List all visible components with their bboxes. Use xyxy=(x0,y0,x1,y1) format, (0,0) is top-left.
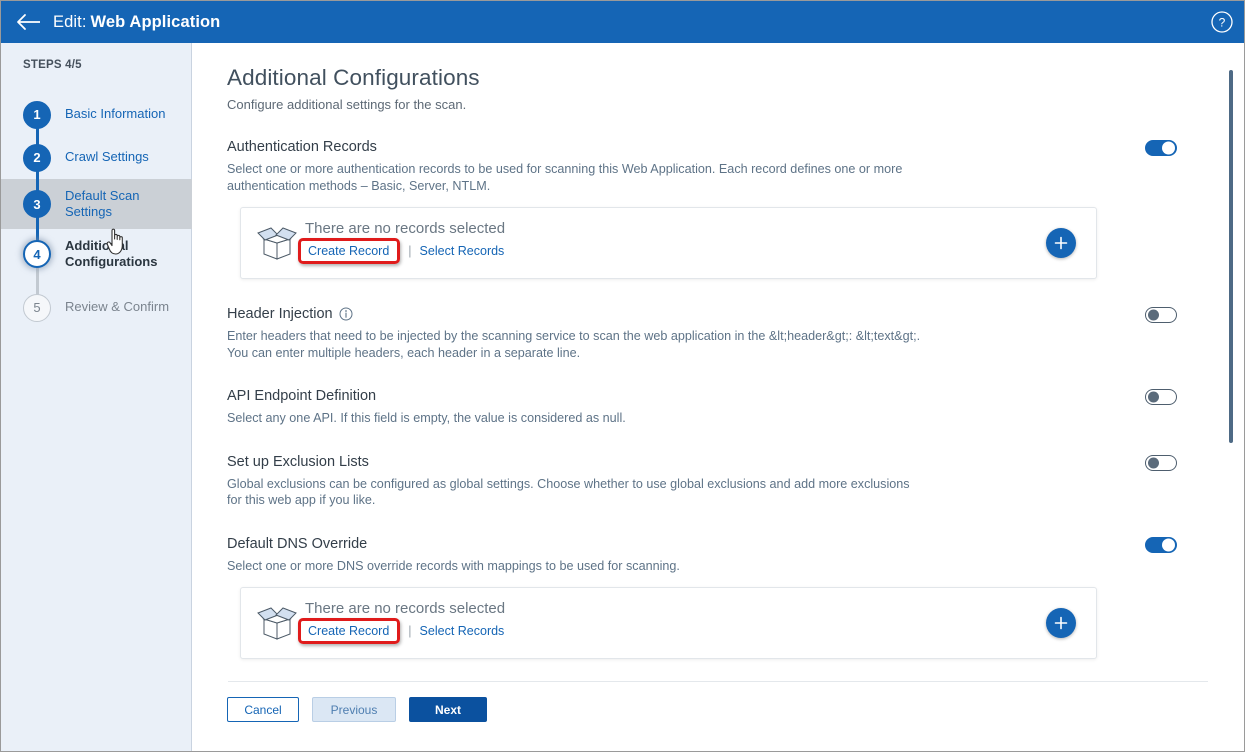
section-header: API Endpoint Definition xyxy=(227,388,1177,404)
step-number-badge: 2 xyxy=(23,144,51,172)
action-separator: | xyxy=(408,244,411,258)
toggle-default-dns-override[interactable] xyxy=(1145,537,1177,553)
section-description: Select one or more DNS override records … xyxy=(227,558,927,575)
toggle-header-injection[interactable] xyxy=(1145,307,1177,323)
empty-state-message: There are no records selected xyxy=(305,220,505,237)
toggle-api-endpoint-definition[interactable] xyxy=(1145,389,1177,405)
select-records-link[interactable]: Select Records xyxy=(420,624,505,638)
edit-web-application-window: Edit:Web Application ? STEPS 4/5 1 Basic… xyxy=(0,0,1245,752)
steps-list: 1 Basic Information 2 Crawl Settings 3 D… xyxy=(1,93,192,329)
section-title: Authentication Records xyxy=(227,139,377,155)
step-number-badge: 5 xyxy=(23,294,51,322)
toggle-knob xyxy=(1148,310,1159,321)
section-header-injection: Header Injection Enter headers that need… xyxy=(227,306,1177,361)
steps-counter-label: STEPS 4/5 xyxy=(23,59,82,71)
sidebar-step-crawl-settings[interactable]: 2 Crawl Settings xyxy=(1,136,192,179)
sidebar-step-label: Additional Configurations xyxy=(65,238,175,271)
sidebar-step-label: Review & Confirm xyxy=(65,299,169,316)
section-description: Select one or more authentication record… xyxy=(227,161,927,194)
cancel-button[interactable]: Cancel xyxy=(227,697,299,722)
sidebar-step-label: Default Scan Settings xyxy=(65,188,175,221)
previous-button[interactable]: Previous xyxy=(312,697,396,722)
toggle-knob xyxy=(1162,538,1175,551)
sidebar-step-additional-configurations[interactable]: 4 Additional Configurations xyxy=(1,229,192,279)
sidebar-step-label: Crawl Settings xyxy=(65,149,149,166)
window-title: Edit:Web Application xyxy=(53,13,220,32)
section-title: Default DNS Override xyxy=(227,536,367,552)
main-scrollbar-track[interactable] xyxy=(1227,43,1235,752)
back-arrow-icon[interactable] xyxy=(14,11,44,33)
create-record-highlight: Create Record xyxy=(298,238,400,264)
wizard-sidebar: STEPS 4/5 1 Basic Information 2 Crawl Se… xyxy=(1,43,192,752)
help-circle-icon[interactable]: ? xyxy=(1210,10,1234,34)
sidebar-step-label: Basic Information xyxy=(65,106,165,123)
section-default-dns-override: Default DNS Override Select one or more … xyxy=(227,536,1177,660)
empty-card-actions: Create Record | Select Records xyxy=(305,618,505,644)
sidebar-step-review-and-confirm[interactable]: 5 Review & Confirm xyxy=(1,286,192,329)
empty-card-actions: Create Record | Select Records xyxy=(305,238,505,264)
empty-state-message: There are no records selected xyxy=(305,600,505,617)
step-number-badge: 3 xyxy=(23,190,51,218)
footer-divider xyxy=(228,681,1208,682)
dns-override-empty-card: There are no records selected Create Rec… xyxy=(240,587,1097,659)
window-title-prefix: Edit: xyxy=(53,13,87,31)
step-connector-4-5 xyxy=(36,264,39,297)
toggle-knob xyxy=(1162,142,1175,155)
empty-card-text: There are no records selected Create Rec… xyxy=(305,600,505,644)
section-description: Select any one API. If this field is emp… xyxy=(227,410,927,427)
section-description: Global exclusions can be configured as g… xyxy=(227,476,927,509)
main-scrollbar-thumb[interactable] xyxy=(1229,70,1233,443)
section-header: Default DNS Override xyxy=(227,536,1177,552)
section-title: API Endpoint Definition xyxy=(227,388,376,404)
toggle-authentication-records[interactable] xyxy=(1145,140,1177,156)
main-content-panel: Additional Configurations Configure addi… xyxy=(193,43,1244,752)
section-header: Authentication Records xyxy=(227,139,1177,155)
empty-box-icon xyxy=(255,605,299,641)
create-record-link[interactable]: Create Record xyxy=(308,624,389,638)
page-title: Additional Configurations xyxy=(227,65,1177,91)
section-exclusion-lists: Set up Exclusion Lists Global exclusions… xyxy=(227,454,1177,509)
page-subtitle: Configure additional settings for the sc… xyxy=(227,97,1177,112)
create-record-link[interactable]: Create Record xyxy=(308,244,389,258)
create-record-highlight: Create Record xyxy=(298,618,400,644)
svg-text:?: ? xyxy=(1219,16,1226,30)
section-title: Header Injection xyxy=(227,306,333,322)
section-header: Header Injection xyxy=(227,306,1177,322)
section-authentication-records: Authentication Records Select one or mor… xyxy=(227,139,1177,279)
select-records-link[interactable]: Select Records xyxy=(420,244,505,258)
form-content: Additional Configurations Configure addi… xyxy=(193,43,1211,722)
section-api-endpoint-definition: API Endpoint Definition Select any one A… xyxy=(227,388,1177,427)
plus-icon[interactable] xyxy=(1046,228,1076,258)
toggle-knob xyxy=(1148,392,1159,403)
section-description: Enter headers that need to be injected b… xyxy=(227,328,927,361)
plus-icon[interactable] xyxy=(1046,608,1076,638)
toggle-exclusion-lists[interactable] xyxy=(1145,455,1177,471)
footer-button-group: Cancel Previous Next xyxy=(227,697,1177,722)
window-title-object: Web Application xyxy=(91,13,221,31)
sidebar-step-basic-information[interactable]: 1 Basic Information xyxy=(1,93,192,136)
toggle-knob xyxy=(1148,457,1159,468)
section-header: Set up Exclusion Lists xyxy=(227,454,1177,470)
top-bar: Edit:Web Application ? xyxy=(1,1,1244,43)
info-icon[interactable] xyxy=(339,307,353,321)
step-number-badge: 4 xyxy=(23,240,51,268)
empty-box-icon xyxy=(255,225,299,261)
authentication-records-empty-card: There are no records selected Create Rec… xyxy=(240,207,1097,279)
sidebar-step-default-scan-settings[interactable]: 3 Default Scan Settings xyxy=(1,179,192,229)
step-number-badge: 1 xyxy=(23,101,51,129)
next-button[interactable]: Next xyxy=(409,697,487,722)
action-separator: | xyxy=(408,624,411,638)
empty-card-text: There are no records selected Create Rec… xyxy=(305,220,505,264)
step-connector-3-4 xyxy=(36,214,39,243)
section-title: Set up Exclusion Lists xyxy=(227,454,369,470)
